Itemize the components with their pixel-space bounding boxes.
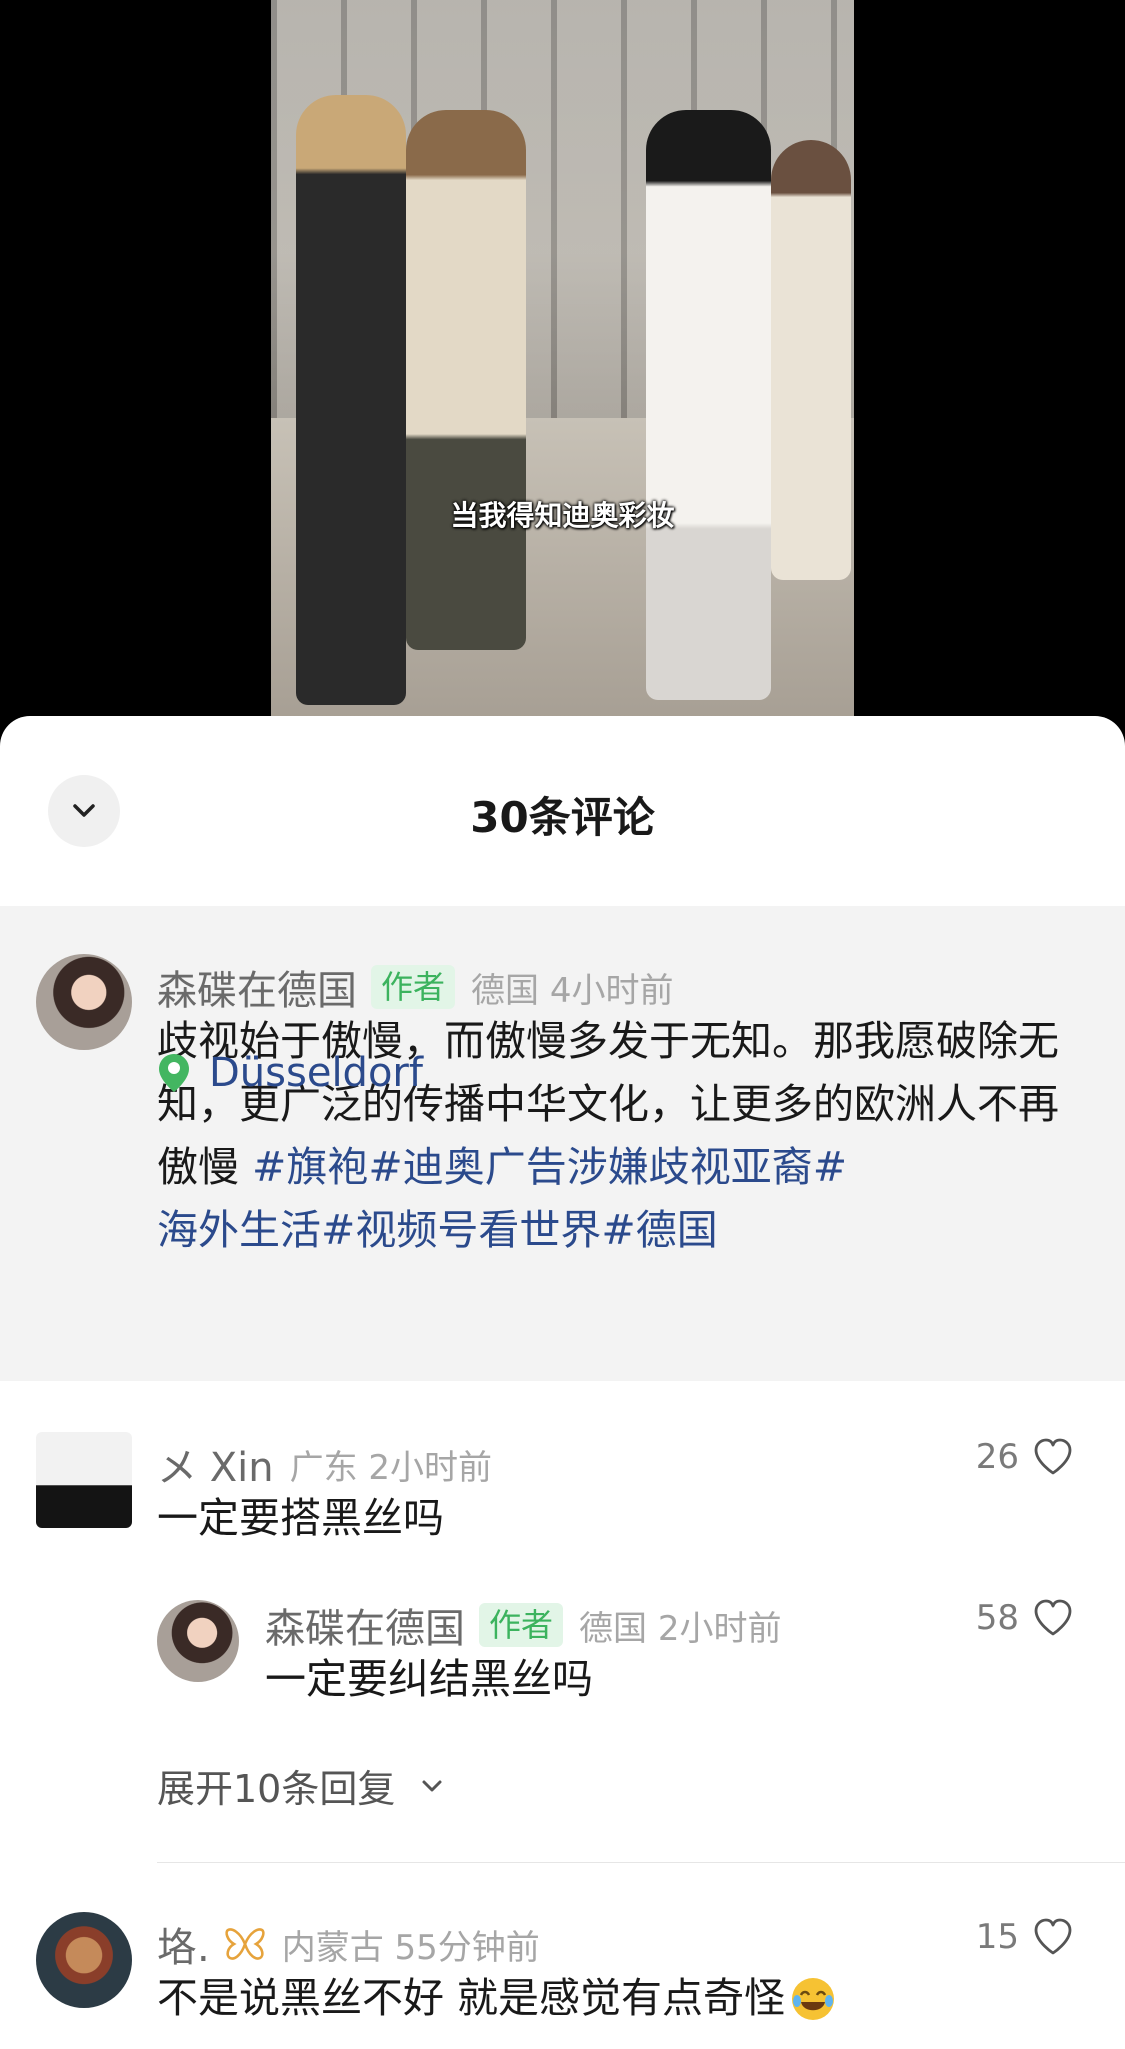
location-pin-icon — [159, 1054, 189, 1092]
butterfly-badge-icon — [225, 1928, 265, 1960]
video-caption: 当我得知迪奥彩妆 — [450, 499, 675, 532]
reply-location-time: 德国 2小时前 — [579, 1608, 782, 1649]
comment-location-time: 内蒙古 55分钟前 — [281, 1927, 540, 1968]
location-text: Düsseldorf — [209, 1050, 423, 1096]
reply-meta: 森碟在德国 作者 德国 2小时前 — [265, 1596, 781, 1654]
expand-replies-button[interactable]: 展开10条回复 — [157, 1758, 447, 1813]
hashtag-links[interactable]: #旗袍#迪奥广告涉嫌歧视亚裔# — [252, 1143, 847, 1191]
author-post-location-time: 德国 4小时前 — [471, 970, 674, 1011]
comment-meta: 垎. 内蒙古 55分钟前 — [157, 1915, 540, 1973]
video-player[interactable]: 当我得知迪奥彩妆 — [0, 0, 1125, 720]
video-person-1 — [296, 95, 406, 705]
chevron-down-icon — [422, 1780, 442, 1791]
like-button[interactable]: 15 — [976, 1917, 1073, 1957]
like-button[interactable]: 26 — [976, 1437, 1073, 1477]
comment-text-row: 不是说黑丝不好 就是感觉有点奇怪 — [157, 1967, 837, 2030]
heart-outline-icon — [1034, 1918, 1072, 1955]
video-frame[interactable]: 当我得知迪奥彩妆 — [271, 0, 854, 720]
author-badge: 作者 — [479, 1603, 564, 1647]
author-badge: 作者 — [371, 965, 456, 1009]
video-person-2 — [406, 110, 526, 650]
heart-outline-icon — [1034, 1599, 1072, 1636]
expand-replies-label: 展开10条回复 — [157, 1767, 396, 1811]
author-post-meta: 森碟在德国 作者 德国 4小时前 — [157, 958, 673, 1016]
avatar[interactable] — [157, 1600, 239, 1682]
avatar[interactable] — [36, 1432, 132, 1528]
heart-outline-icon — [1034, 1438, 1072, 1475]
comment-text: 一定要搭黑丝吗 — [157, 1494, 444, 1542]
comment-meta: メ Xin 广东 2小时前 — [157, 1435, 492, 1493]
like-count: 15 — [975, 1917, 1019, 1957]
author-post-text: 歧视始于傲慢，而傲慢多发于无知。那我愿破除无知，更广泛的传播中华文化，让更多的欧… — [157, 1010, 1087, 1262]
like-count: 58 — [975, 1598, 1019, 1638]
comments-count-title: 30条评论 — [470, 793, 655, 842]
location-link[interactable]: Düsseldorf — [157, 1050, 423, 1096]
hashtag-links-2[interactable]: 海外生活#视频号看世界#德国 — [157, 1206, 718, 1254]
like-button[interactable]: 58 — [976, 1598, 1073, 1638]
reply-text: 一定要纠结黑丝吗 — [265, 1655, 593, 1703]
divider — [157, 1862, 1125, 1863]
author-name[interactable]: 森碟在德国 — [157, 958, 357, 1016]
comment-location-time: 广东 2小时前 — [289, 1447, 493, 1488]
avatar[interactable] — [36, 1912, 132, 2008]
commenter-name[interactable]: 垎. — [157, 1915, 210, 1973]
laughing-crying-emoji-icon — [792, 1977, 835, 2020]
video-person-3 — [646, 110, 771, 700]
comment-text: 不是说黑丝不好 就是感觉有点奇怪 — [157, 1974, 786, 2022]
avatar[interactable] — [36, 954, 132, 1050]
sheet-header: 30条评论 — [0, 716, 1125, 906]
like-count: 26 — [975, 1437, 1019, 1477]
reply-author-name[interactable]: 森碟在德国 — [265, 1596, 465, 1654]
commenter-name[interactable]: メ Xin — [157, 1435, 274, 1493]
